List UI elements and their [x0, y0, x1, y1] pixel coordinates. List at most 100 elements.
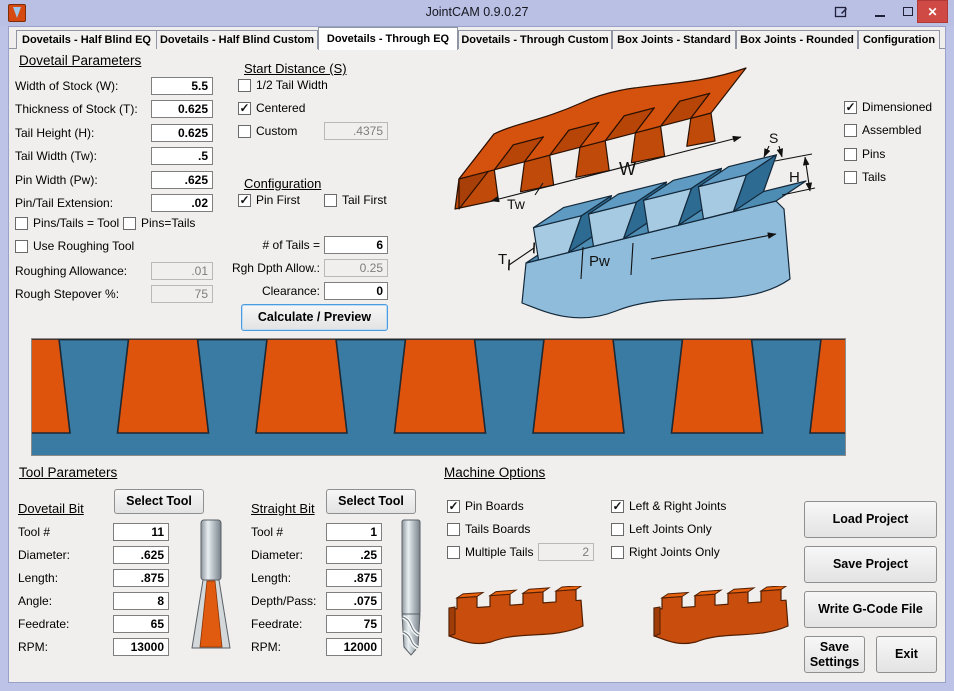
right-joints-only-checkbox[interactable]: Right Joints Only: [611, 545, 720, 559]
tails-boards-checkbox[interactable]: Tails Boards: [447, 522, 530, 536]
select-straight-tool-button[interactable]: Select Tool: [326, 489, 416, 514]
t-dim-label: T: [498, 251, 507, 268]
load-project-button[interactable]: Load Project: [804, 501, 937, 538]
checkbox-box[interactable]: [447, 523, 460, 536]
checkbox-box[interactable]: [123, 217, 136, 230]
write-gcode-button[interactable]: Write G-Code File: [804, 591, 937, 628]
width-of-stock-input[interactable]: [151, 77, 213, 95]
rgh-depth-allow-input: [324, 259, 388, 277]
dt-feedrate-input[interactable]: [113, 615, 169, 633]
pin-board-preview: [654, 586, 788, 643]
close-button[interactable]: ✕: [917, 0, 948, 23]
calculate-preview-button[interactable]: Calculate / Preview: [241, 304, 388, 331]
pin-boards-checkbox[interactable]: ✓ Pin Boards: [447, 499, 524, 513]
st-depth-pass-input[interactable]: [326, 592, 382, 610]
app-window: JointCAM 0.9.0.27 ✕ Dovetails - Half Bli…: [0, 0, 954, 691]
rough-stepover-input: [151, 285, 213, 303]
checkbox-label: Pin First: [256, 193, 300, 207]
checkbox-box[interactable]: [15, 217, 28, 230]
start-distance-heading: Start Distance (S): [244, 61, 347, 76]
dt-tool-num-input[interactable]: [113, 523, 169, 541]
left-right-joints-checkbox[interactable]: ✓ Left & Right Joints: [611, 499, 726, 513]
dt-rpm-input[interactable]: [113, 638, 169, 656]
tool-parameters-heading: Tool Parameters: [19, 465, 117, 480]
checkbox-label: Tails Boards: [465, 522, 530, 536]
machine-options-heading: Machine Options: [444, 465, 545, 480]
width-of-stock-label: Width of Stock (W):: [15, 79, 118, 93]
st-feedrate-label: Feedrate:: [251, 617, 302, 631]
st-diameter-input[interactable]: [326, 546, 382, 564]
tw-dim-label: Tw: [507, 196, 526, 212]
tab-box-joints-rounded[interactable]: Box Joints - Rounded: [736, 30, 858, 49]
checkbox-box[interactable]: [238, 79, 251, 92]
w-dim-label: W: [619, 159, 636, 179]
tab-dovetails-through-custom[interactable]: Dovetails - Through Custom: [458, 30, 612, 49]
dt-length-input[interactable]: [113, 569, 169, 587]
checkbox-box[interactable]: ✓: [238, 102, 251, 115]
through-eq-form: Dovetail Parameters Width of Stock (W): …: [9, 49, 945, 682]
st-tool-num-label: Tool #: [251, 525, 283, 539]
tab-configuration[interactable]: Configuration: [858, 30, 940, 49]
half-tail-width-checkbox[interactable]: 1/2 Tail Width: [238, 78, 328, 92]
straight-bit-heading: Straight Bit: [251, 501, 315, 516]
h-dim-label: H: [789, 169, 800, 186]
checkbox-box[interactable]: [15, 240, 28, 253]
tab-dovetails-half-blind-eq[interactable]: Dovetails - Half Blind EQ: [16, 30, 157, 49]
dovetail-parameters-heading: Dovetail Parameters: [19, 53, 141, 68]
joint-preview-strip: [31, 338, 846, 456]
checkbox-box[interactable]: [238, 125, 251, 138]
tab-dovetails-half-blind-custom[interactable]: Dovetails - Half Blind Custom: [156, 30, 318, 49]
pin-board-previews: [439, 586, 799, 652]
checkbox-box[interactable]: ✓: [447, 500, 460, 513]
checkbox-label: Right Joints Only: [629, 545, 720, 559]
custom-start-input: [324, 122, 388, 140]
st-tool-num-input[interactable]: [326, 523, 382, 541]
centered-checkbox[interactable]: ✓ Centered: [238, 101, 305, 115]
minimize-button[interactable]: [868, 0, 892, 23]
num-tails-input[interactable]: [324, 236, 388, 254]
dt-angle-input[interactable]: [113, 592, 169, 610]
tail-width-input[interactable]: [151, 147, 213, 165]
tab-box-joints-standard[interactable]: Box Joints - Standard: [612, 30, 736, 49]
thickness-of-stock-input[interactable]: [151, 100, 213, 118]
pins-tails-tool-checkbox[interactable]: Pins/Tails = Tool: [15, 216, 119, 230]
multiple-tails-checkbox[interactable]: Multiple Tails: [447, 545, 533, 559]
dt-tool-num-label: Tool #: [18, 525, 50, 539]
pins-equals-tails-checkbox[interactable]: Pins=Tails: [123, 216, 195, 230]
dt-diameter-input[interactable]: [113, 546, 169, 564]
checkbox-label: Tails: [862, 170, 886, 184]
checkbox-label: Pins=Tails: [141, 216, 195, 230]
checkbox-box[interactable]: [447, 546, 460, 559]
select-dovetail-tool-button[interactable]: Select Tool: [114, 489, 204, 514]
roughing-allowance-input: [151, 262, 213, 280]
checkbox-box[interactable]: ✓: [611, 500, 624, 513]
st-diameter-label: Diameter:: [251, 548, 303, 562]
use-roughing-tool-checkbox[interactable]: Use Roughing Tool: [15, 239, 134, 253]
save-project-button[interactable]: Save Project: [804, 546, 937, 583]
pen-input-icon[interactable]: [830, 0, 852, 23]
configuration-heading: Configuration: [244, 176, 321, 191]
checkbox-label: Tail First: [342, 193, 387, 207]
st-rpm-input[interactable]: [326, 638, 382, 656]
pin-first-checkbox[interactable]: ✓ Pin First: [238, 193, 300, 207]
left-joints-only-checkbox[interactable]: Left Joints Only: [611, 522, 712, 536]
save-settings-button[interactable]: Save Settings: [804, 636, 865, 673]
tab-dovetails-through-eq[interactable]: Dovetails - Through EQ: [318, 27, 458, 50]
checkbox-box[interactable]: ✓: [238, 194, 251, 207]
checkbox-box[interactable]: [611, 523, 624, 536]
dimensioned-checkbox[interactable]: ✓ Dimensioned: [844, 100, 932, 114]
tail-height-input[interactable]: [151, 124, 213, 142]
dt-rpm-label: RPM:: [18, 640, 48, 654]
tail-first-checkbox[interactable]: Tail First: [324, 193, 387, 207]
checkbox-box[interactable]: [324, 194, 337, 207]
st-length-input[interactable]: [326, 569, 382, 587]
st-feedrate-input[interactable]: [326, 615, 382, 633]
custom-checkbox[interactable]: Custom: [238, 124, 297, 138]
clearance-input[interactable]: [324, 282, 388, 300]
checkbox-box[interactable]: [611, 546, 624, 559]
checkbox-label: Pin Boards: [465, 499, 524, 513]
checkbox-label: Centered: [256, 101, 305, 115]
pin-width-input[interactable]: [151, 171, 213, 189]
pin-tail-extension-input[interactable]: [151, 194, 213, 212]
exit-button[interactable]: Exit: [876, 636, 937, 673]
